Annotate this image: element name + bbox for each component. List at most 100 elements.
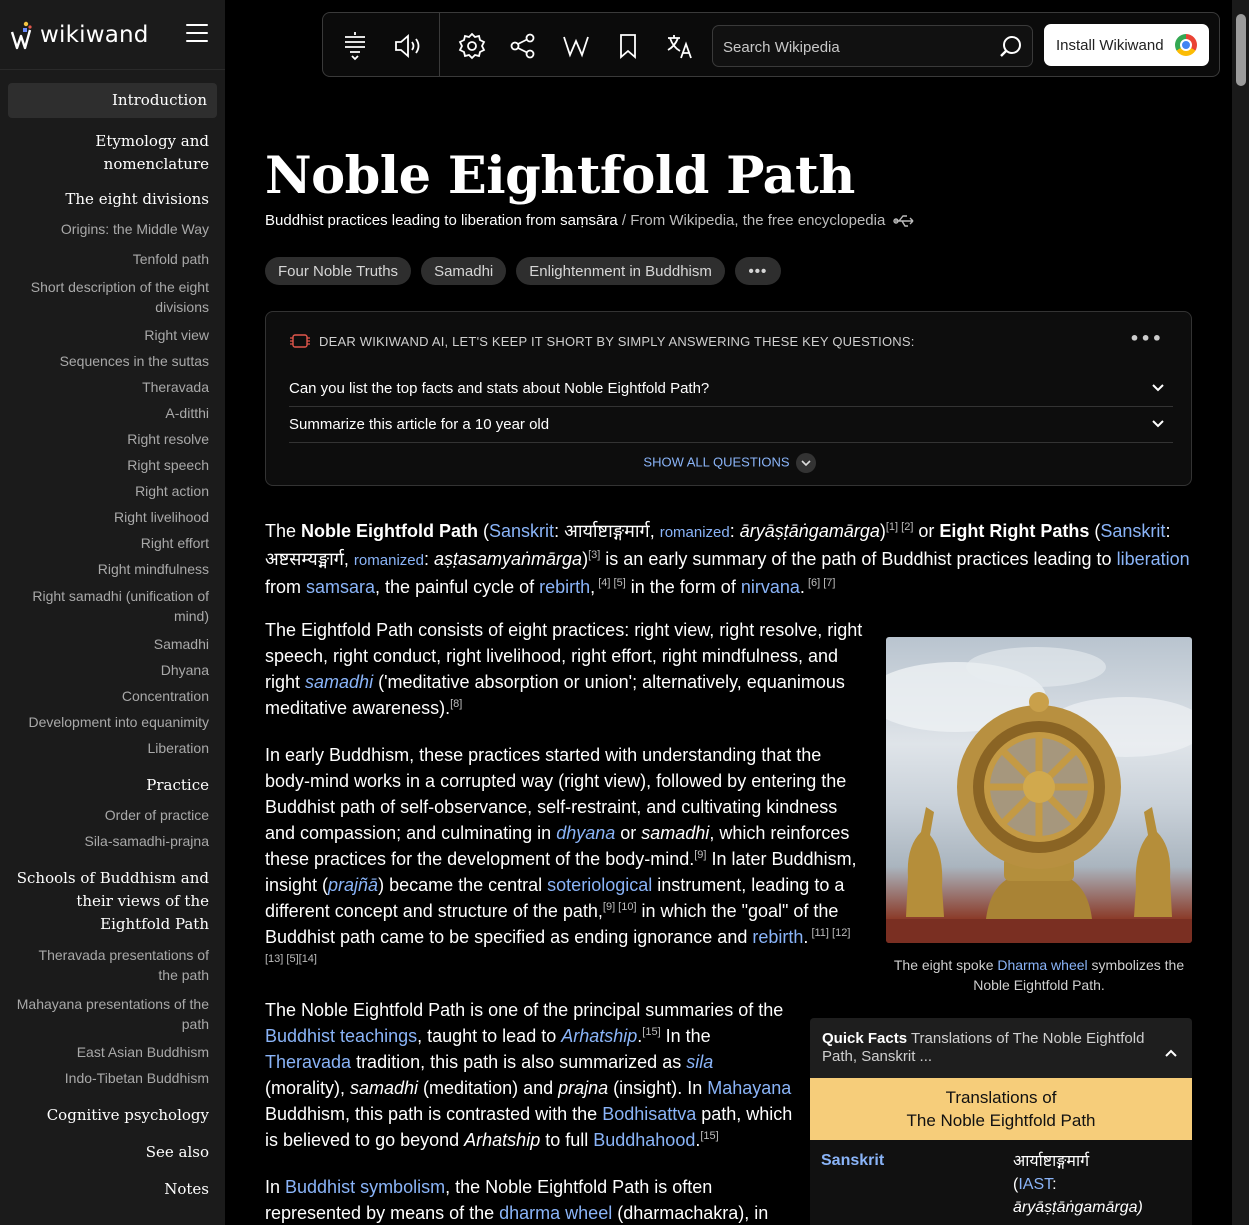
quick-facts-label: Quick Facts <box>822 1030 908 1047</box>
paragraph: In Buddhist symbolism, the Noble Eightfo… <box>265 1177 769 1223</box>
link[interactable]: liberation <box>1117 549 1190 569</box>
link[interactable]: prajñā <box>328 875 378 895</box>
toc-item[interactable]: Theravada <box>8 375 217 399</box>
toc-item[interactable]: Short description of the eight divisions <box>8 274 217 320</box>
link[interactable]: Buddhist symbolism <box>285 1177 445 1197</box>
wikipedia-icon[interactable] <box>561 31 591 61</box>
toc-item[interactable]: Origins: the Middle Way <box>8 217 217 241</box>
hamburger-menu-icon[interactable] <box>186 24 208 42</box>
toc-item[interactable]: Right action <box>8 479 217 503</box>
sanskrit-text: आर्याष्टाङ्गमार्ग <box>1013 1153 1090 1170</box>
toc-item[interactable]: Right samadhi (unification of mind) <box>8 583 217 629</box>
search-input[interactable] <box>723 36 993 58</box>
chips-more-button[interactable]: ••• <box>734 257 781 285</box>
logo-text[interactable]: wikiwand <box>40 22 149 48</box>
figure-caption: The eight spoke Dharma wheel symbolizes … <box>886 955 1192 995</box>
link[interactable]: romanized <box>354 552 424 569</box>
chip-enlightenment[interactable]: Enlightenment in Buddhism <box>516 257 725 285</box>
quick-facts-title-line: Translations of <box>945 1088 1057 1107</box>
chrome-icon <box>1175 34 1197 56</box>
toc-item[interactable]: Right mindfulness <box>8 557 217 581</box>
translate-icon[interactable] <box>665 31 695 61</box>
toc-item[interactable]: Right livelihood <box>8 505 217 529</box>
toc-item[interactable]: Development into equanimity <box>8 710 217 734</box>
wikiwand-logo-icon[interactable] <box>10 20 34 50</box>
scrollbar-thumb[interactable] <box>1236 14 1246 86</box>
ai-question-1[interactable]: Can you list the top facts and stats abo… <box>289 371 1173 407</box>
toc-item[interactable]: Samadhi <box>8 632 217 656</box>
toc-item[interactable]: Indo-Tibetan Buddhism <box>8 1066 217 1090</box>
toc-item[interactable]: Sila-samadhi-prajna <box>8 829 217 853</box>
toc-item[interactable]: Right resolve <box>8 427 217 451</box>
chip-icon <box>290 334 310 348</box>
speaker-icon[interactable] <box>393 31 423 61</box>
chevron-down-icon <box>1152 384 1164 392</box>
toc-item[interactable]: Theravada presentations of the path <box>8 942 217 988</box>
link[interactable]: Arhatship <box>561 1026 637 1046</box>
sanskrit-link[interactable]: Sanskrit <box>821 1152 884 1170</box>
quick-facts-value: आर्याष्टाङ्गमार्ग (IAST: āryāṣṭāṅgamārga… <box>1013 1150 1143 1219</box>
toc-item[interactable]: Dhyana <box>8 658 217 682</box>
ai-menu-button[interactable]: ••• <box>1129 329 1163 348</box>
link[interactable]: samsara <box>306 577 375 597</box>
install-wikiwand-button[interactable]: Install Wikiwand <box>1044 24 1209 66</box>
page-scrollbar[interactable] <box>1232 0 1249 1225</box>
toc-item[interactable]: East Asian Buddhism <box>8 1040 217 1064</box>
usb-icon[interactable] <box>893 213 917 229</box>
quick-facts-header[interactable]: Quick Facts Translations of The Noble Ei… <box>810 1018 1192 1078</box>
link[interactable]: Theravada <box>265 1052 351 1072</box>
toc-item-introduction[interactable]: Introduction <box>8 83 217 118</box>
iast-link[interactable]: IAST <box>1018 1176 1052 1193</box>
chip-four-noble-truths[interactable]: Four Noble Truths <box>265 257 412 285</box>
link[interactable]: rebirth <box>539 577 590 597</box>
toc-item-cognitive-psychology[interactable]: Cognitive psychology <box>8 1098 217 1133</box>
text-size-icon[interactable] <box>340 31 370 61</box>
toc-item[interactable]: A-ditthi <box>8 401 217 425</box>
link[interactable]: Buddhahood <box>593 1130 695 1150</box>
ai-question-2[interactable]: Summarize this article for a 10 year old <box>289 407 1173 443</box>
toc-item[interactable]: Right speech <box>8 453 217 477</box>
toc-item-etymology[interactable]: Etymology and nomenclature <box>8 124 217 182</box>
toc-item[interactable]: Order of practice <box>8 803 217 827</box>
dharma-wheel-link[interactable]: Dharma wheel <box>997 957 1087 973</box>
toc-item[interactable]: Sequences in the suttas <box>8 349 217 373</box>
link[interactable]: sila <box>686 1052 713 1072</box>
paragraph: In early Buddhism, these practices start… <box>265 745 857 965</box>
toc-item-practice[interactable]: Practice <box>8 768 217 803</box>
link[interactable]: Mahayana <box>707 1078 791 1098</box>
toc-item-schools[interactable]: Schools of Buddhism and their views of t… <box>8 861 217 942</box>
bookmark-icon[interactable] <box>613 31 643 61</box>
toc-item[interactable]: Right view <box>8 323 217 347</box>
link[interactable]: Sanskrit <box>489 521 554 541</box>
link[interactable]: dharma wheel <box>499 1203 612 1223</box>
toc-item-notes[interactable]: Notes <box>8 1172 217 1207</box>
toc-item[interactable]: Liberation <box>8 736 217 760</box>
paragraph: The Eightfold Path consists of eight pra… <box>265 620 863 718</box>
quick-facts-infobox: Quick Facts Translations of The Noble Ei… <box>810 1018 1192 1225</box>
link[interactable]: rebirth <box>752 927 803 947</box>
link[interactable]: Sanskrit <box>1100 521 1165 541</box>
link[interactable]: Bodhisattva <box>602 1104 696 1124</box>
link[interactable]: Buddhist teachings <box>265 1026 417 1046</box>
search-icon[interactable] <box>998 34 1024 60</box>
toc-item[interactable]: Tenfold path <box>8 247 217 271</box>
link[interactable]: soteriological <box>547 875 652 895</box>
chip-samadhi[interactable]: Samadhi <box>421 257 507 285</box>
toc-item[interactable]: Right effort <box>8 531 217 555</box>
toc-item-see-also[interactable]: See also <box>8 1135 217 1170</box>
chevron-up-icon[interactable] <box>1164 1048 1178 1058</box>
page-title: Noble Eightfold Path <box>265 146 855 206</box>
chevron-down-icon <box>795 453 816 473</box>
toc-item[interactable]: Mahayana presentations of the path <box>8 991 217 1037</box>
page-subtitle: Buddhist practices leading to liberation… <box>265 212 917 229</box>
link[interactable]: samadhi <box>305 672 373 692</box>
share-icon[interactable] <box>508 31 538 61</box>
dharma-wheel-image[interactable] <box>886 637 1192 943</box>
link[interactable]: romanized <box>660 524 730 541</box>
settings-icon[interactable] <box>457 31 487 61</box>
toc-item-eight-divisions[interactable]: The eight divisions <box>8 182 217 217</box>
link[interactable]: dhyana <box>556 823 615 843</box>
toc-item[interactable]: Concentration <box>8 684 217 708</box>
show-all-questions-button[interactable]: SHOW ALL QUESTIONS <box>266 453 1193 473</box>
link[interactable]: nirvana <box>741 577 800 597</box>
